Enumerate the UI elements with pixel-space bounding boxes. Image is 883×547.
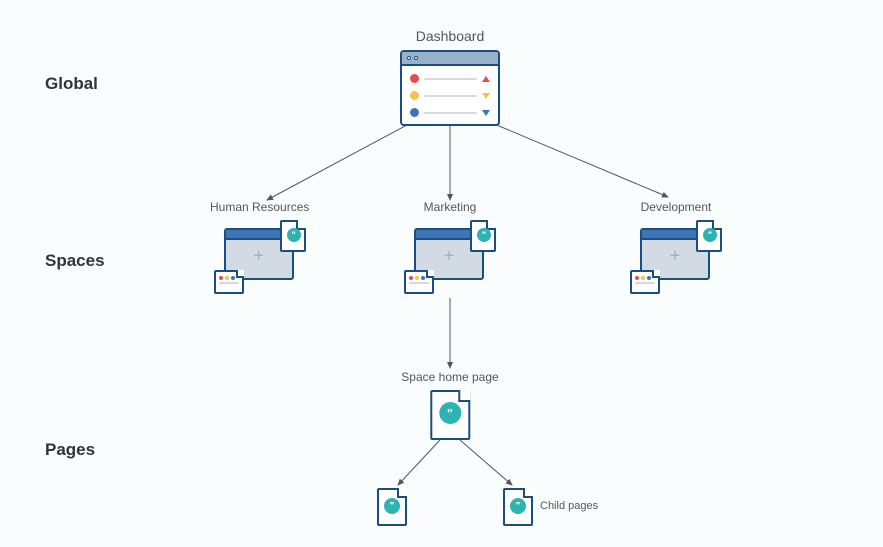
dashboard-body: [402, 66, 498, 125]
dashboard-row: [410, 91, 490, 100]
dashboard-node: Dashboard: [400, 28, 500, 126]
tier-label-spaces: Spaces: [45, 251, 105, 271]
status-dot-icon: [410, 74, 419, 83]
child-pages-label: Child pages: [540, 500, 598, 512]
space-node-hr: Human Resources + ": [210, 200, 309, 294]
dot-icon: [231, 276, 235, 280]
dot-icon: [415, 276, 419, 280]
triangle-down-icon: [482, 110, 490, 116]
space-icon: + ": [404, 220, 496, 294]
document-icon: [630, 270, 660, 294]
plus-icon: +: [444, 246, 455, 267]
line-icon: [424, 112, 477, 114]
tier-label-pages: Pages: [45, 440, 95, 460]
child-page-node: ": [503, 488, 533, 526]
dot-icon: [409, 276, 413, 280]
space-label: Human Resources: [210, 200, 309, 214]
dot-icon: [219, 276, 223, 280]
quote-icon: ": [439, 402, 461, 424]
triangle-down-icon: [482, 93, 490, 99]
dot-icon: [641, 276, 645, 280]
line-icon: [635, 282, 655, 284]
page-label: Space home page: [401, 370, 498, 384]
page-document-icon: ": [503, 488, 533, 526]
document-icon: ": [470, 220, 496, 252]
dot-icon: [225, 276, 229, 280]
space-label: Marketing: [404, 200, 496, 214]
status-dot-icon: [410, 108, 419, 117]
quote-icon: ": [477, 228, 491, 242]
quote-icon: ": [287, 228, 301, 242]
dot-icon: [635, 276, 639, 280]
document-icon: [214, 270, 244, 294]
line-icon: [409, 282, 429, 284]
quote-icon: ": [510, 498, 526, 514]
line-icon: [424, 95, 477, 97]
space-home-page-node: Space home page ": [401, 370, 498, 440]
window-dot-icon: [414, 56, 418, 60]
page-document-icon: ": [377, 488, 407, 526]
quote-icon: ": [384, 498, 400, 514]
space-icon: + ": [214, 220, 306, 294]
plus-icon: +: [253, 246, 264, 267]
status-dot-icon: [410, 91, 419, 100]
space-label: Development: [630, 200, 722, 214]
tier-label-global: Global: [45, 74, 98, 94]
line-icon: [424, 78, 477, 80]
line-icon: [219, 282, 239, 284]
space-node-marketing: Marketing + ": [404, 200, 496, 294]
document-icon: ": [280, 220, 306, 252]
quote-icon: ": [703, 228, 717, 242]
plus-icon: +: [670, 246, 681, 267]
dot-icon: [647, 276, 651, 280]
space-node-development: Development + ": [630, 200, 722, 294]
triangle-up-icon: [482, 76, 490, 82]
dot-icon: [421, 276, 425, 280]
child-page-node: ": [377, 488, 407, 526]
document-icon: ": [696, 220, 722, 252]
dashboard-label: Dashboard: [400, 28, 500, 44]
space-icon: + ": [630, 220, 722, 294]
dashboard-window-icon: [400, 50, 500, 126]
window-titlebar-icon: [402, 52, 498, 66]
dashboard-row: [410, 74, 490, 83]
dashboard-row: [410, 108, 490, 117]
page-document-icon: ": [430, 390, 470, 440]
window-dot-icon: [407, 56, 411, 60]
document-icon: [404, 270, 434, 294]
